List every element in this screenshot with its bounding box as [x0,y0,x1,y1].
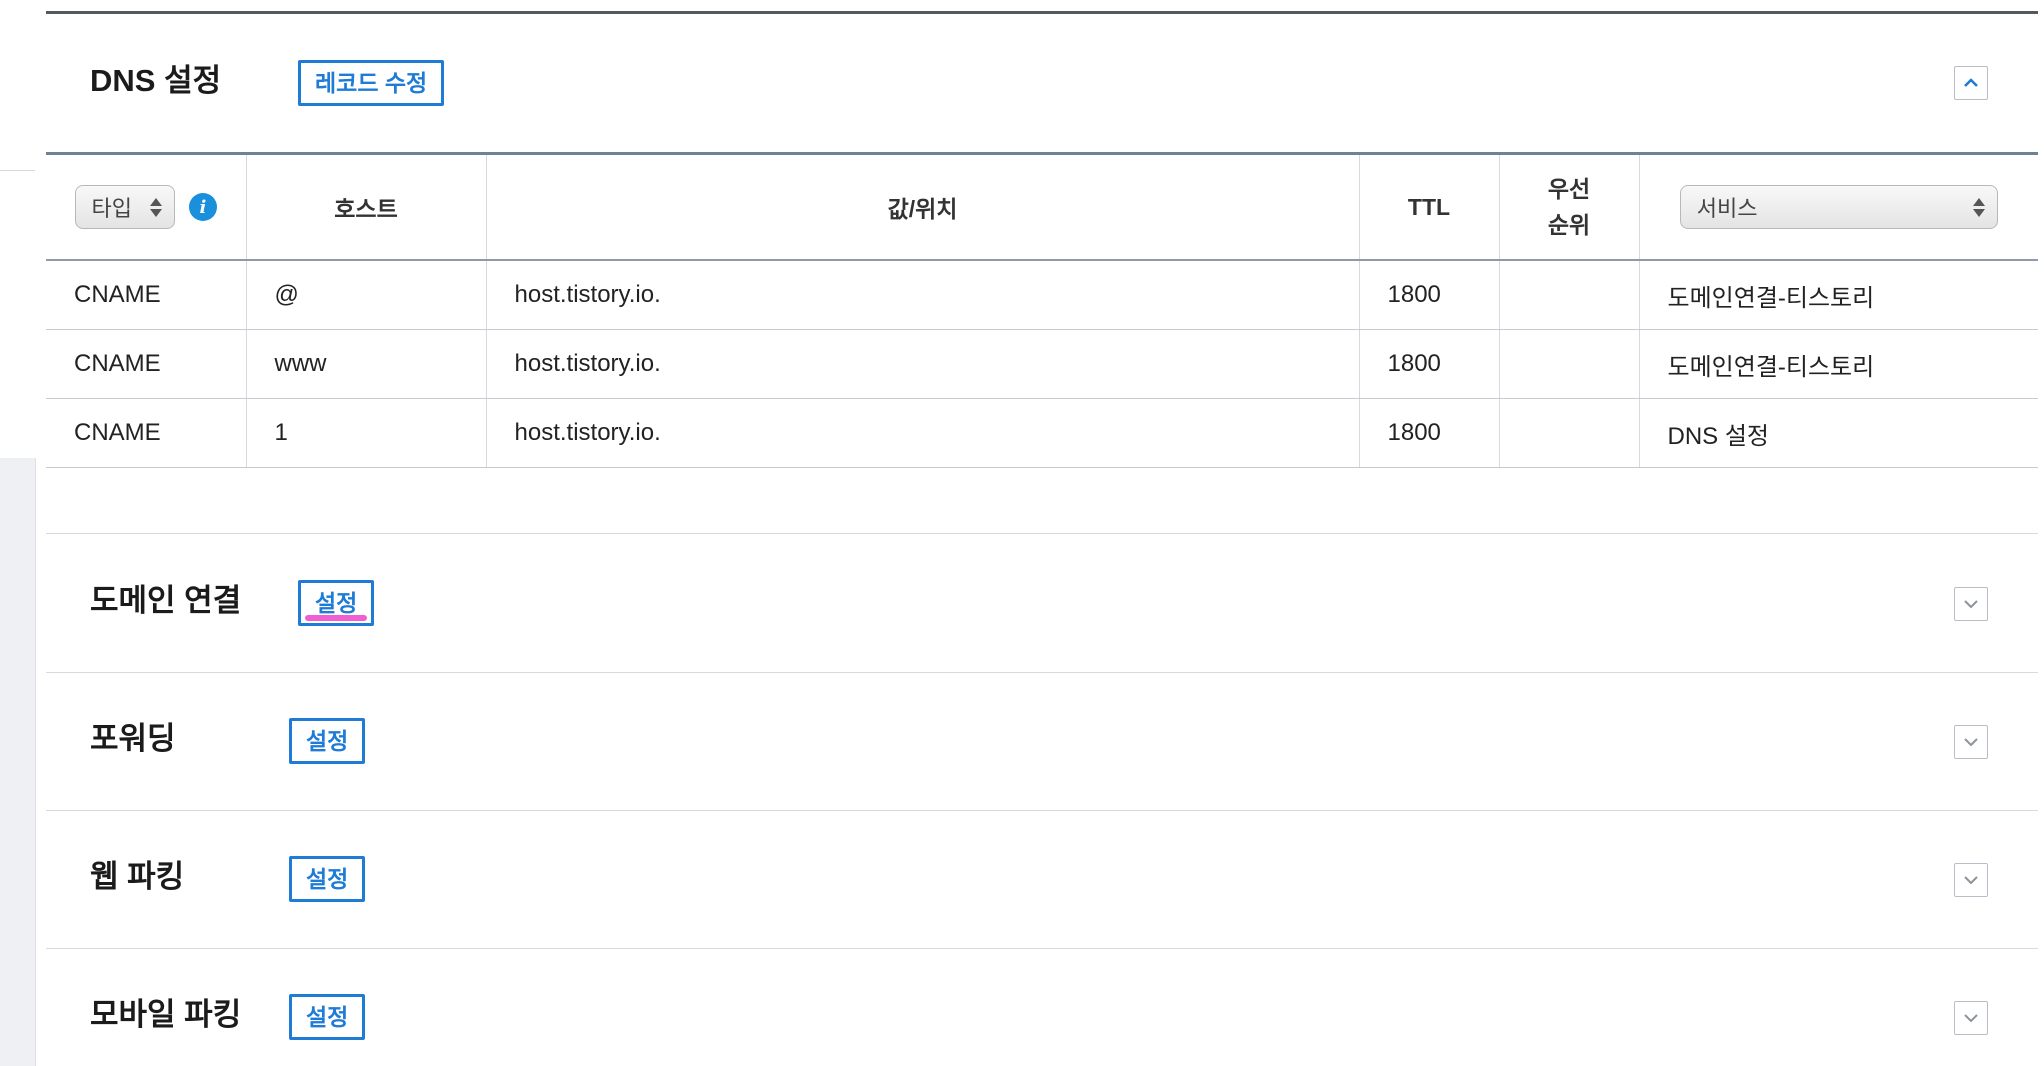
forwarding-title: 포워딩 [90,721,176,756]
ttl-column-header: TTL [1359,153,1500,261]
web-parking-section: 웹 파킹 설정 [46,810,2038,949]
service-column-header: 서비스 [1639,153,2038,261]
highlight-underline [305,615,368,621]
left-gutter-divider [0,170,35,171]
dns-section-header: DNS 설정 레코드 수정 [46,14,2038,152]
priority-column-header: 우선 순위 [1499,153,1640,261]
domain-connection-settings-label: 설정 [315,590,358,616]
dns-section-collapse-toggle[interactable] [1954,66,1988,100]
host-column-header: 호스트 [246,153,487,261]
forwarding-expand-toggle[interactable] [1954,725,1988,759]
select-arrows-icon [1972,197,1985,217]
table-row[interactable]: CNAME www host.tistory.io. 1800 도메인연결-티스… [46,329,2038,399]
domain-connection-title: 도메인 연결 [90,583,242,618]
record-type-cell: CNAME [46,398,247,468]
record-host-cell: www [246,329,487,399]
record-value-cell: host.tistory.io. [486,398,1360,468]
table-row[interactable]: CNAME @ host.tistory.io. 1800 도메인연결-티스토리 [46,260,2038,330]
mobile-parking-expand-toggle[interactable] [1954,1001,1988,1035]
forwarding-section: 포워딩 설정 [46,672,2038,811]
type-column-header: 타입 i [46,153,247,261]
record-service-cell: 도메인연결-티스토리 [1639,329,2038,399]
chevron-down-icon [1964,1014,1978,1023]
table-row[interactable]: CNAME 1 host.tistory.io. 1800 DNS 설정 [46,398,2038,468]
record-service-cell: DNS 설정 [1639,398,2038,468]
priority-header-line1: 우선 [1547,176,1591,202]
record-host-cell: 1 [246,398,487,468]
chevron-down-icon [1964,738,1978,747]
page: DNS 설정 레코드 수정 타입 i 호스트 값/위치 TTL 우선 순위 서비… [0,0,2044,1066]
service-filter-select[interactable]: 서비스 [1679,185,1998,229]
record-host-cell: @ [246,260,487,330]
service-filter-value: 서비스 [1696,196,1758,221]
domain-connection-expand-toggle[interactable] [1954,587,1988,621]
record-service-cell: 도메인연결-티스토리 [1639,260,2038,330]
edit-records-button[interactable]: 레코드 수정 [298,60,445,106]
chevron-down-icon [1964,876,1978,885]
dns-records-table: 타입 i 호스트 값/위치 TTL 우선 순위 서비스 CNAME @ host… [46,152,2038,468]
record-ttl-cell: 1800 [1359,398,1500,468]
value-column-header: 값/위치 [486,153,1360,261]
record-priority-cell [1499,329,1640,399]
priority-header-line2: 순위 [1547,212,1591,238]
web-parking-expand-toggle[interactable] [1954,863,1988,897]
type-filter-select[interactable]: 타입 [74,185,175,229]
record-value-cell: host.tistory.io. [486,260,1360,330]
record-priority-cell [1499,398,1640,468]
record-type-cell: CNAME [46,329,247,399]
chevron-up-icon [1964,78,1978,87]
left-gutter-panel [0,458,36,1066]
dns-section-title: DNS 설정 [90,63,222,98]
type-filter-value: 타입 [91,196,133,221]
web-parking-settings-button[interactable]: 설정 [289,856,366,902]
mobile-parking-title: 모바일 파킹 [90,997,242,1032]
domain-settings-panel: DNS 설정 레코드 수정 타입 i 호스트 값/위치 TTL 우선 순위 서비… [46,11,2038,1066]
table-header-row: 타입 i 호스트 값/위치 TTL 우선 순위 서비스 [46,153,2038,261]
record-ttl-cell: 1800 [1359,260,1500,330]
web-parking-title: 웹 파킹 [90,859,185,894]
info-icon[interactable]: i [188,193,217,221]
chevron-down-icon [1964,600,1978,609]
record-value-cell: host.tistory.io. [486,329,1360,399]
record-priority-cell [1499,260,1640,330]
domain-connection-settings-button[interactable]: 설정 [298,580,375,626]
mobile-parking-settings-button[interactable]: 설정 [289,994,366,1040]
forwarding-settings-button[interactable]: 설정 [289,718,366,764]
record-type-cell: CNAME [46,260,247,330]
select-arrows-icon [149,197,162,217]
mobile-parking-section: 모바일 파킹 설정 [46,948,2038,1066]
record-ttl-cell: 1800 [1359,329,1500,399]
domain-connection-section: 도메인 연결 설정 [46,534,2038,673]
